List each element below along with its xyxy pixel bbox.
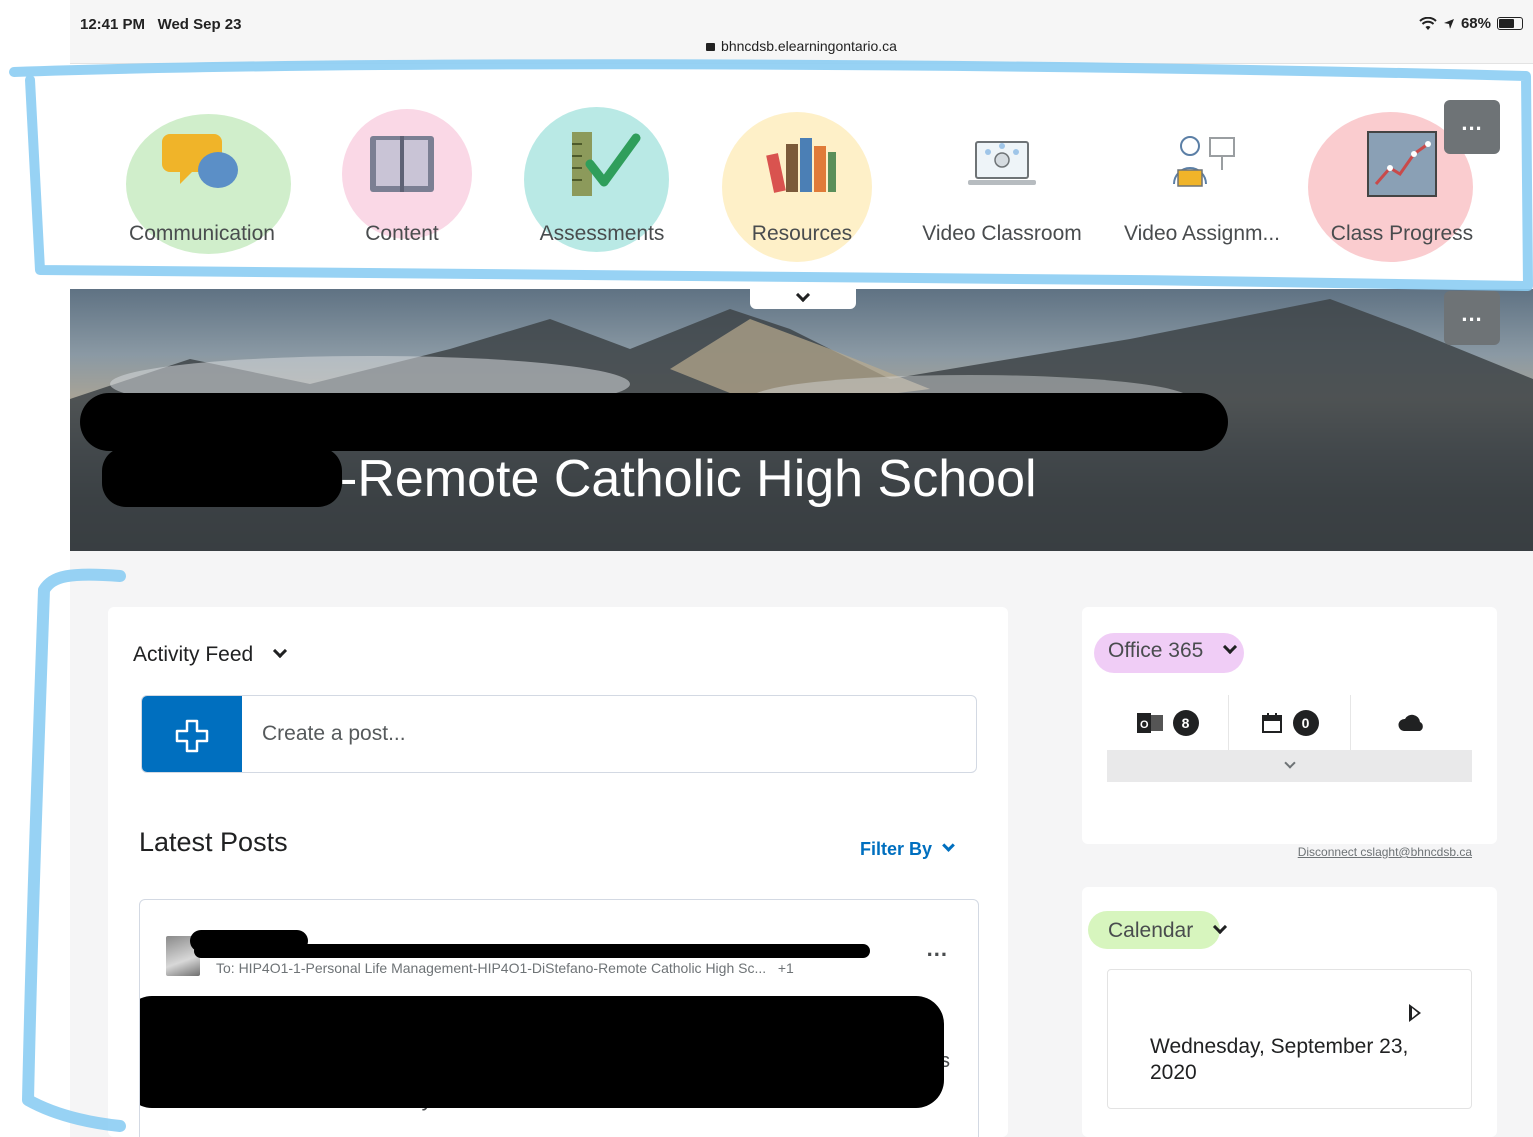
activity-feed-card: Activity Feed Create a post... Latest Po… (108, 607, 1008, 1137)
banner-more-button[interactable]: ... (1444, 291, 1500, 345)
course-navbar: Communication Content Assessments Resour… (70, 84, 1533, 289)
nav-label: Video Assignm... (1123, 222, 1281, 245)
next-day-icon[interactable] (1409, 1004, 1421, 1022)
status-indicators: 68% (1419, 15, 1523, 32)
post-recipients: To: HIP4O1-1-Personal Life Management-HI… (216, 960, 794, 976)
calendar-title: Calendar (1108, 919, 1194, 942)
laptop-video-icon (968, 141, 1036, 185)
nav-item-content[interactable]: Content (302, 104, 502, 274)
chevron-down-icon (273, 643, 288, 659)
nav-item-communication[interactable]: Communication (102, 104, 302, 274)
course-title: -Remote Catholic High School (340, 450, 1037, 508)
create-post-input[interactable]: Create a post... (141, 695, 977, 773)
battery-percent: 68% (1460, 15, 1491, 32)
office365-header[interactable]: Office 365 (1108, 639, 1238, 663)
disconnect-link[interactable]: Disconnect cslaght@bhncdsb.ca (1298, 845, 1472, 859)
nav-item-resources[interactable]: Resources (702, 104, 902, 274)
onedrive-button[interactable] (1351, 695, 1472, 751)
office365-expand-button[interactable] (1107, 750, 1472, 782)
calendar-icon (1261, 713, 1282, 733)
outlook-mail-button[interactable]: O 8 (1107, 695, 1229, 751)
nav-label: Resources (751, 222, 853, 245)
ruler-check-icon (572, 132, 641, 196)
plus-icon (175, 719, 209, 753)
add-post-button[interactable] (142, 696, 242, 772)
lock-icon (706, 43, 716, 51)
banner-collapse-button[interactable] (750, 289, 856, 309)
chevron-down-icon (795, 289, 811, 303)
post-card: To: HIP4O1-1-Personal Life Management-HI… (139, 899, 979, 1137)
nav-label: Assessments (539, 222, 665, 245)
nav-label: Content (365, 222, 439, 245)
svg-text:O: O (1140, 719, 1149, 731)
office365-widget: Office 365 O 8 0 Disconnect cslaght@bhnc… (1082, 607, 1497, 859)
nav-label: Communication (129, 222, 275, 245)
create-post-placeholder: Create a post... (262, 722, 406, 745)
left-margin (0, 0, 70, 1137)
line-graph-icon (1367, 131, 1437, 197)
calendar-header[interactable]: Calendar (1108, 919, 1228, 943)
nav-item-video-assignment[interactable]: Video Assignm... (1102, 104, 1302, 274)
nav-label: Video Classroom (922, 222, 1082, 245)
office365-services: O 8 0 (1107, 695, 1472, 751)
chevron-down-icon (1283, 757, 1296, 769)
cloud-icon (1397, 714, 1423, 731)
nav-item-video-classroom[interactable]: Video Classroom (902, 104, 1102, 274)
status-bar: 12:41 PM Wed Sep 23 bhncdsb.elearningont… (70, 0, 1533, 64)
chevron-down-icon (1223, 639, 1238, 655)
nav-item-assessments[interactable]: Assessments (502, 104, 702, 274)
homepage-content: Activity Feed Create a post... Latest Po… (70, 551, 1533, 1137)
redaction-mark (140, 996, 944, 1108)
activity-feed-header[interactable]: Activity Feed (133, 643, 288, 667)
outlook-calendar-button[interactable]: 0 (1229, 695, 1351, 751)
redaction-mark (194, 944, 870, 958)
office365-title: Office 365 (1108, 639, 1204, 662)
nav-label: Class Progress (1330, 222, 1474, 245)
calendar-widget: Calendar Wednesday, September 23, 2020 (1082, 887, 1497, 1137)
battery-icon (1497, 17, 1523, 30)
book-icon (370, 136, 434, 192)
redaction-mark (102, 447, 342, 507)
latest-posts-heading: Latest Posts (139, 827, 288, 857)
calendar-date: Wednesday, September 23, 2020 (1150, 1035, 1409, 1084)
address-bar[interactable]: bhncdsb.elearningontario.ca (70, 38, 1533, 54)
speech-bubbles-icon (162, 134, 238, 188)
wifi-icon (1419, 16, 1437, 30)
presenter-icon (1173, 136, 1235, 187)
chevron-down-icon (942, 839, 955, 852)
redaction-mark (80, 393, 1228, 451)
outlook-icon: O (1136, 713, 1163, 733)
status-time: 12:41 PM Wed Sep 23 (80, 16, 242, 33)
chevron-down-icon (1213, 919, 1228, 935)
calendar-count-badge: 0 (1292, 710, 1319, 736)
filter-by-label: Filter By (860, 839, 933, 859)
url-text: bhncdsb.elearningontario.ca (721, 38, 897, 54)
mail-count-badge: 8 (1172, 710, 1199, 736)
navbar-more-button[interactable]: ... (1444, 100, 1500, 154)
books-icon (766, 138, 836, 193)
course-banner: -Remote Catholic High School ... (70, 289, 1533, 551)
post-more-button[interactable]: ... (927, 936, 948, 962)
calendar-panel: Wednesday, September 23, 2020 (1107, 969, 1472, 1109)
activity-feed-title: Activity Feed (133, 643, 254, 666)
filter-by-button[interactable]: Filter By (860, 839, 955, 860)
location-arrow-icon (1443, 18, 1454, 29)
